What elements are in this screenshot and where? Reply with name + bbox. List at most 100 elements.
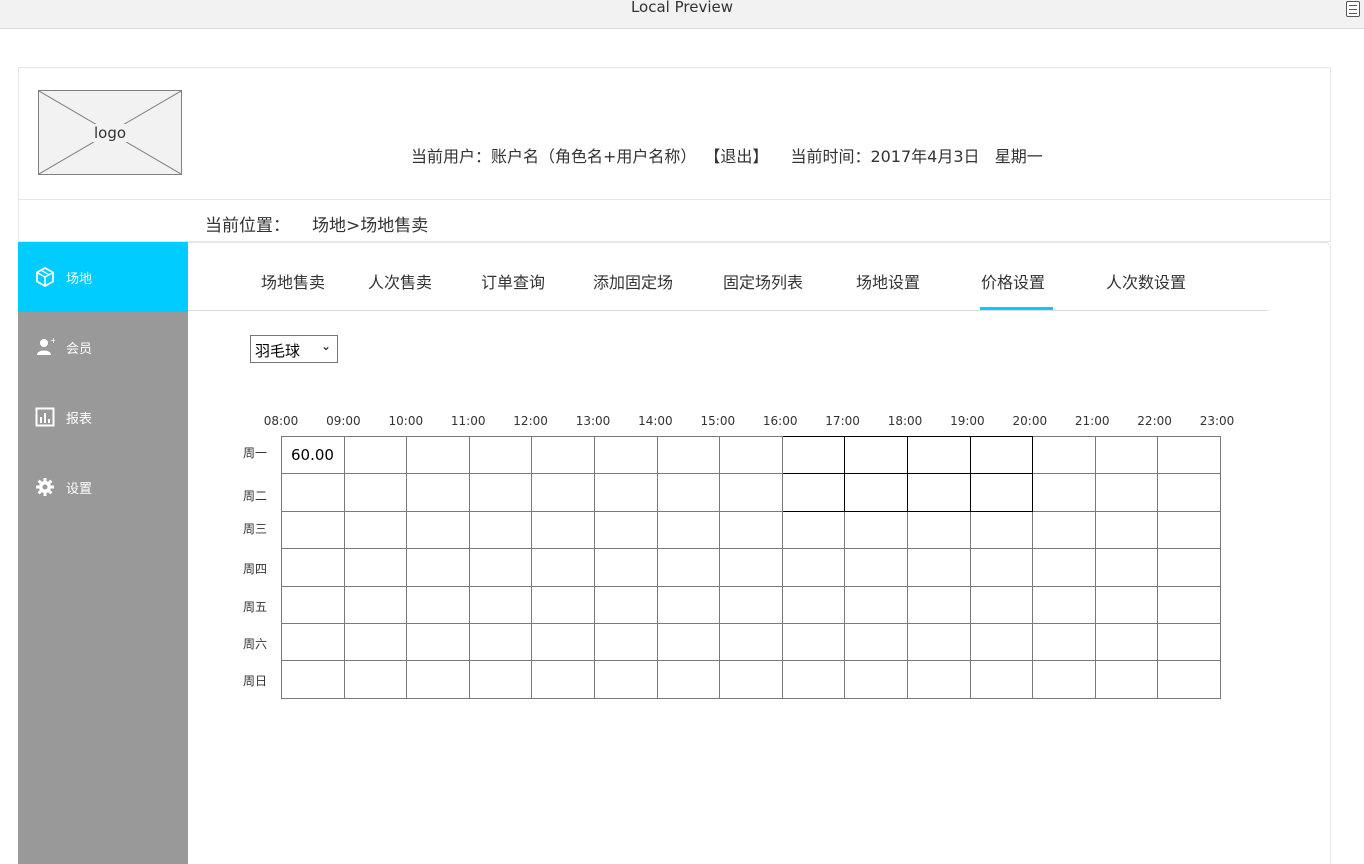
price-cell[interactable]	[844, 548, 908, 587]
price-cell[interactable]	[1094, 622, 1159, 662]
price-cell[interactable]	[906, 435, 971, 475]
price-cell[interactable]	[906, 510, 971, 550]
price-cell[interactable]	[343, 660, 408, 699]
price-cell[interactable]	[406, 510, 470, 550]
price-cell[interactable]	[656, 622, 721, 662]
tab-visit-sales[interactable]: 人次售卖	[368, 269, 432, 293]
price-cell[interactable]	[656, 435, 721, 475]
price-cell[interactable]	[844, 660, 908, 699]
price-cell[interactable]	[906, 473, 971, 512]
price-cell[interactable]	[593, 548, 658, 587]
sidebar-item-settings[interactable]: 设置	[18, 452, 188, 522]
price-cell[interactable]	[593, 622, 658, 662]
price-cell[interactable]	[406, 435, 470, 475]
tab-price-settings[interactable]: 价格设置	[979, 269, 1054, 310]
price-cell[interactable]	[656, 548, 721, 587]
price-cell[interactable]	[1032, 660, 1096, 699]
logout-link[interactable]: 【退出】	[712, 147, 768, 166]
price-cell[interactable]	[281, 473, 345, 512]
price-cell[interactable]	[593, 585, 658, 624]
price-cell[interactable]	[406, 660, 470, 699]
price-cell[interactable]	[531, 473, 595, 512]
price-cell[interactable]	[531, 435, 595, 475]
price-cell[interactable]	[406, 622, 470, 662]
price-cell[interactable]	[1032, 510, 1096, 550]
price-cell[interactable]	[656, 473, 721, 512]
price-cell[interactable]	[656, 510, 721, 550]
price-cell[interactable]	[1157, 548, 1221, 587]
breadcrumb-path[interactable]: 场地>场地售卖	[312, 216, 428, 236]
sidebar-item-member[interactable]: + 会员	[18, 312, 188, 382]
price-cell[interactable]	[1094, 548, 1159, 587]
price-cell[interactable]	[406, 585, 470, 624]
price-cell[interactable]	[1032, 473, 1096, 512]
price-cell[interactable]	[969, 473, 1034, 512]
menu-icon[interactable]	[1346, 1, 1360, 17]
price-cell[interactable]	[1094, 660, 1159, 699]
price-cell[interactable]	[969, 660, 1034, 699]
price-cell[interactable]	[343, 585, 408, 624]
price-cell[interactable]	[468, 548, 533, 587]
price-cell[interactable]	[844, 585, 908, 624]
price-cell[interactable]	[844, 435, 908, 475]
price-cell[interactable]	[1157, 435, 1221, 475]
price-cell[interactable]	[593, 435, 658, 475]
tab-add-fixed[interactable]: 添加固定场	[593, 269, 673, 293]
price-cell[interactable]	[781, 622, 846, 662]
price-cell[interactable]	[719, 622, 783, 662]
price-cell[interactable]	[1157, 510, 1221, 550]
price-cell[interactable]	[281, 585, 345, 624]
price-cell[interactable]	[343, 622, 408, 662]
price-cell[interactable]	[844, 473, 908, 512]
price-cell[interactable]	[593, 510, 658, 550]
price-cell[interactable]	[531, 660, 595, 699]
price-cell[interactable]	[781, 435, 846, 475]
price-cell[interactable]	[1094, 585, 1159, 624]
price-cell[interactable]	[906, 660, 971, 699]
price-cell[interactable]	[593, 660, 658, 699]
price-cell[interactable]	[343, 435, 408, 475]
price-cell[interactable]	[468, 510, 533, 550]
price-cell[interactable]	[719, 435, 783, 475]
price-cell[interactable]	[969, 435, 1034, 475]
price-cell[interactable]	[281, 622, 345, 662]
price-cell[interactable]	[1032, 435, 1096, 475]
price-cell[interactable]	[906, 622, 971, 662]
price-cell[interactable]	[1157, 473, 1221, 512]
price-cell[interactable]	[468, 622, 533, 662]
price-cell[interactable]	[406, 473, 470, 512]
price-cell[interactable]	[468, 660, 533, 699]
tab-visit-settings[interactable]: 人次数设置	[1106, 269, 1186, 293]
price-cell[interactable]	[406, 548, 470, 587]
price-cell[interactable]	[906, 548, 971, 587]
price-cell[interactable]	[781, 660, 846, 699]
tab-venue-sales[interactable]: 场地售卖	[261, 269, 325, 293]
price-cell[interactable]	[281, 660, 345, 699]
price-cell[interactable]	[281, 548, 345, 587]
price-cell[interactable]	[969, 622, 1034, 662]
price-cell[interactable]	[719, 548, 783, 587]
price-cell[interactable]	[1157, 622, 1221, 662]
price-cell[interactable]	[1157, 585, 1221, 624]
tab-venue-settings[interactable]: 场地设置	[856, 269, 920, 293]
price-cell[interactable]	[781, 510, 846, 550]
price-cell[interactable]	[343, 473, 408, 512]
price-cell[interactable]	[781, 585, 846, 624]
price-cell[interactable]	[844, 510, 908, 550]
price-cell[interactable]: 60.00	[281, 435, 345, 475]
price-cell[interactable]	[656, 585, 721, 624]
price-cell[interactable]	[719, 510, 783, 550]
price-cell[interactable]	[1094, 473, 1159, 512]
price-cell[interactable]	[1032, 548, 1096, 587]
price-cell[interactable]	[468, 585, 533, 624]
price-cell[interactable]	[1094, 510, 1159, 550]
price-cell[interactable]	[531, 510, 595, 550]
price-cell[interactable]	[781, 548, 846, 587]
price-cell[interactable]	[719, 660, 783, 699]
price-cell[interactable]	[1094, 435, 1159, 475]
price-cell[interactable]	[1157, 660, 1221, 699]
price-cell[interactable]	[844, 622, 908, 662]
price-cell[interactable]	[1032, 622, 1096, 662]
price-cell[interactable]	[719, 473, 783, 512]
price-cell[interactable]	[531, 622, 595, 662]
